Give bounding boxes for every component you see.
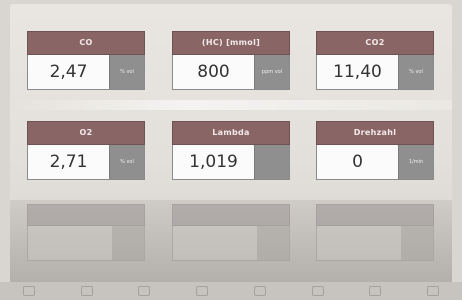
tile-co2[interactable]: CO2 11,40 % vol [316,31,434,90]
tile-o2[interactable]: O2 2,71 % vol [27,121,145,180]
tile-co-title: CO [27,31,145,55]
tile-rpm-title: Drehzahl [316,121,434,145]
tile-co2-value: 11,40 [317,55,398,89]
ghost-tile-1 [27,204,145,261]
bar-icon-1[interactable] [22,286,35,296]
tile-lambda-unit [254,145,289,179]
ghost-tile-2 [172,204,290,261]
tile-o2-unit: % vol [109,145,144,179]
tile-co-value: 2,47 [28,55,109,89]
tile-hc-title: (HC) [mmol] [172,31,290,55]
bar-icon-6[interactable] [311,286,324,296]
tile-co-unit: % vol [109,55,144,89]
analyzer-screen: CO 2,47 % vol (HC) [mmol] 800 ppm vol CO… [10,4,452,286]
tile-co2-title: CO2 [316,31,434,55]
bar-icon-8[interactable] [427,286,440,296]
tile-hc-value: 800 [173,55,254,89]
tile-lambda-title: Lambda [172,121,290,145]
tile-rpm-value: 0 [317,145,398,179]
tile-co[interactable]: CO 2,47 % vol [27,31,145,90]
tile-lambda[interactable]: Lambda 1,019 [172,121,290,180]
tile-o2-title: O2 [27,121,145,145]
tile-lambda-value: 1,019 [173,145,254,179]
bar-icon-7[interactable] [369,286,382,296]
tile-o2-value: 2,71 [28,145,109,179]
bar-icon-5[interactable] [253,286,266,296]
bar-icon-4[interactable] [196,286,209,296]
tile-rpm[interactable]: Drehzahl 0 1/min [316,121,434,180]
ghost-tile-3 [316,204,434,261]
bar-icon-3[interactable] [138,286,151,296]
bar-icon-2[interactable] [80,286,93,296]
tile-hc[interactable]: (HC) [mmol] 800 ppm vol [172,31,290,90]
tile-hc-unit: ppm vol [254,55,289,89]
tile-rpm-unit: 1/min [398,145,433,179]
bottom-bar [0,282,462,300]
screen-glare [10,100,452,110]
tile-co2-unit: % vol [398,55,433,89]
